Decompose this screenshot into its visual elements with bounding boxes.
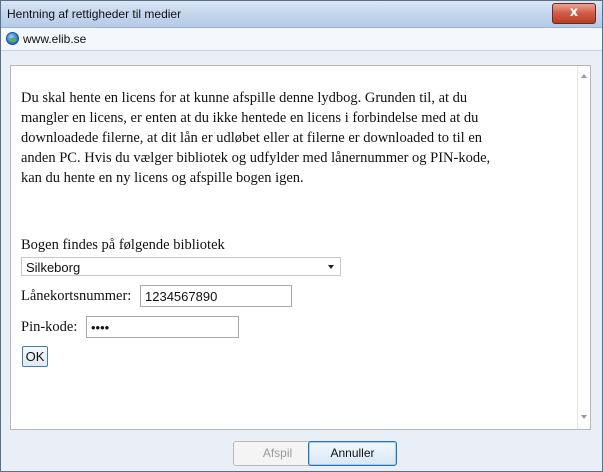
- title-bar[interactable]: Hentning af rettigheder til medier x: [1, 1, 602, 28]
- library-selected-value: Silkeborg: [26, 260, 81, 275]
- scroll-up-arrow-icon[interactable]: [581, 74, 587, 78]
- scroll-down-arrow-icon[interactable]: [581, 415, 587, 419]
- library-select[interactable]: Silkeborg: [21, 257, 341, 276]
- vertical-scrollbar[interactable]: [577, 66, 590, 429]
- web-content: Du skal hente en licens for at kunne afs…: [10, 65, 591, 430]
- dialog-window: Hentning af rettigheder til medier x www…: [0, 0, 603, 472]
- license-message: Du skal hente en licens for at kunne afs…: [21, 90, 491, 186]
- globe-icon: [6, 32, 19, 45]
- pin-code-label: Pin-kode:: [21, 319, 78, 335]
- pin-code-input[interactable]: [86, 316, 239, 338]
- ok-button[interactable]: OK: [22, 346, 48, 367]
- library-label: Bogen findes på følgende bibliotek: [21, 237, 225, 253]
- cancel-button[interactable]: Annuller: [308, 441, 397, 466]
- close-button[interactable]: x: [552, 3, 596, 24]
- card-number-label: Lånekortsnummer:: [21, 288, 132, 304]
- window-title: Hentning af rettigheder til medier: [7, 7, 182, 21]
- url-text: www.elib.se: [23, 32, 87, 46]
- chevron-down-icon: [328, 265, 334, 269]
- address-bar: www.elib.se: [1, 28, 602, 51]
- card-number-input[interactable]: [140, 285, 292, 307]
